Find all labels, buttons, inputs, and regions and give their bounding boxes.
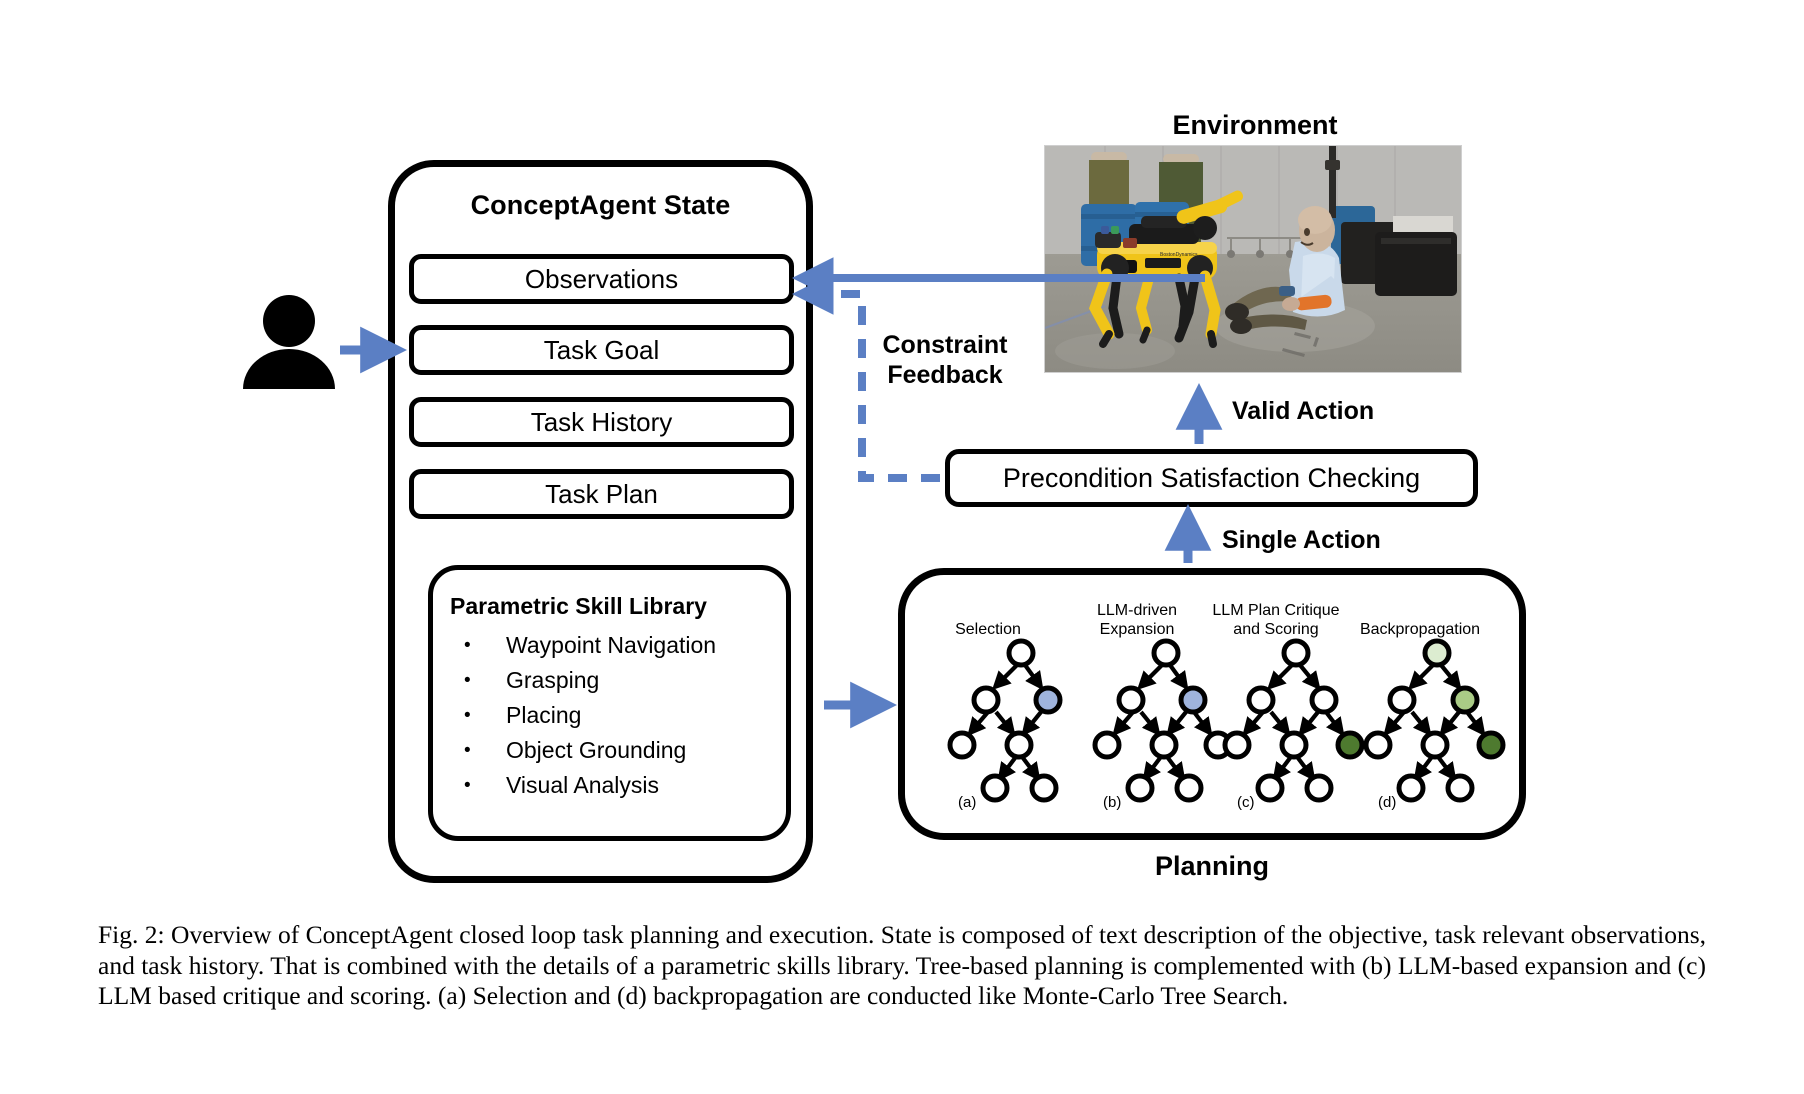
state-slot-task-history-label: Task History [530, 407, 673, 437]
state-slot-task-history[interactable]: Task History [409, 397, 794, 447]
planning-title: Planning [1155, 851, 1269, 881]
tree-caption-expansion: LLM-driven Expansion [1072, 601, 1202, 639]
skill-item: Waypoint Navigation [450, 628, 780, 663]
state-slot-observations[interactable]: Observations [409, 254, 794, 304]
tree-caption-line: Selection [955, 621, 1021, 638]
state-slot-task-plan[interactable]: Task Plan [409, 469, 794, 519]
figure-canvas: ConceptAgent State Observations Task Goa… [0, 0, 1804, 1094]
tree-caption-line: LLM Plan Critique [1212, 602, 1340, 619]
figure-caption-text: Overview of ConceptAgent closed loop tas… [98, 920, 1707, 1010]
constraint-feedback-line1: Constraint [882, 331, 1008, 359]
tree-caption-selection: Selection [928, 620, 1048, 639]
tree-caption-backpropagation: Backpropagation [1345, 620, 1495, 639]
svg-text:BostonDynamics: BostonDynamics [1160, 252, 1198, 258]
constraint-feedback-line2: Feedback [887, 361, 1003, 389]
tree-letter-a: (a) [958, 794, 977, 811]
state-slot-observations-label: Observations [524, 264, 679, 294]
conceptagent-state-title: ConceptAgent State [470, 190, 731, 220]
single-action-label: Single Action [1222, 526, 1381, 554]
tree-letter-b: (b) [1103, 794, 1122, 811]
valid-action-label: Valid Action [1232, 397, 1375, 425]
environment-photo: SPOT BostonDynamics [1044, 145, 1462, 373]
tree-caption-line: and Scoring [1233, 621, 1319, 638]
state-slot-task-goal[interactable]: Task Goal [409, 325, 794, 375]
tree-caption-line: Backpropagation [1359, 621, 1481, 638]
precondition-label: Precondition Satisfaction Checking [1002, 462, 1421, 493]
parametric-skill-library-title: Parametric Skill Library [450, 593, 707, 619]
tree-letter-d: (d) [1378, 794, 1397, 811]
tree-letter-c: (c) [1237, 794, 1255, 811]
tree-caption-line: Expansion [1099, 621, 1175, 638]
figure-caption-label: Fig. 2: [98, 920, 165, 949]
environment-title: Environment [1172, 110, 1338, 140]
parametric-skill-library-list: Waypoint Navigation Grasping Placing Obj… [450, 628, 780, 803]
skill-item: Grasping [450, 663, 780, 698]
constraint-feedback-label: Constraint Feedback [865, 330, 1025, 390]
tree-caption-critique: LLM Plan Critique and Scoring [1196, 601, 1356, 639]
precondition-satisfaction-checking-box[interactable]: Precondition Satisfaction Checking [945, 449, 1478, 507]
figure-caption: Fig. 2: Overview of ConceptAgent closed … [98, 920, 1706, 1012]
skill-item: Placing [450, 698, 780, 733]
skill-item: Object Grounding [450, 733, 780, 768]
user-icon [243, 295, 335, 389]
skill-item: Visual Analysis [450, 768, 780, 803]
state-slot-task-plan-label: Task Plan [545, 479, 658, 509]
state-slot-task-goal-label: Task Goal [543, 335, 660, 365]
tree-caption-line: LLM-driven [1096, 602, 1178, 619]
